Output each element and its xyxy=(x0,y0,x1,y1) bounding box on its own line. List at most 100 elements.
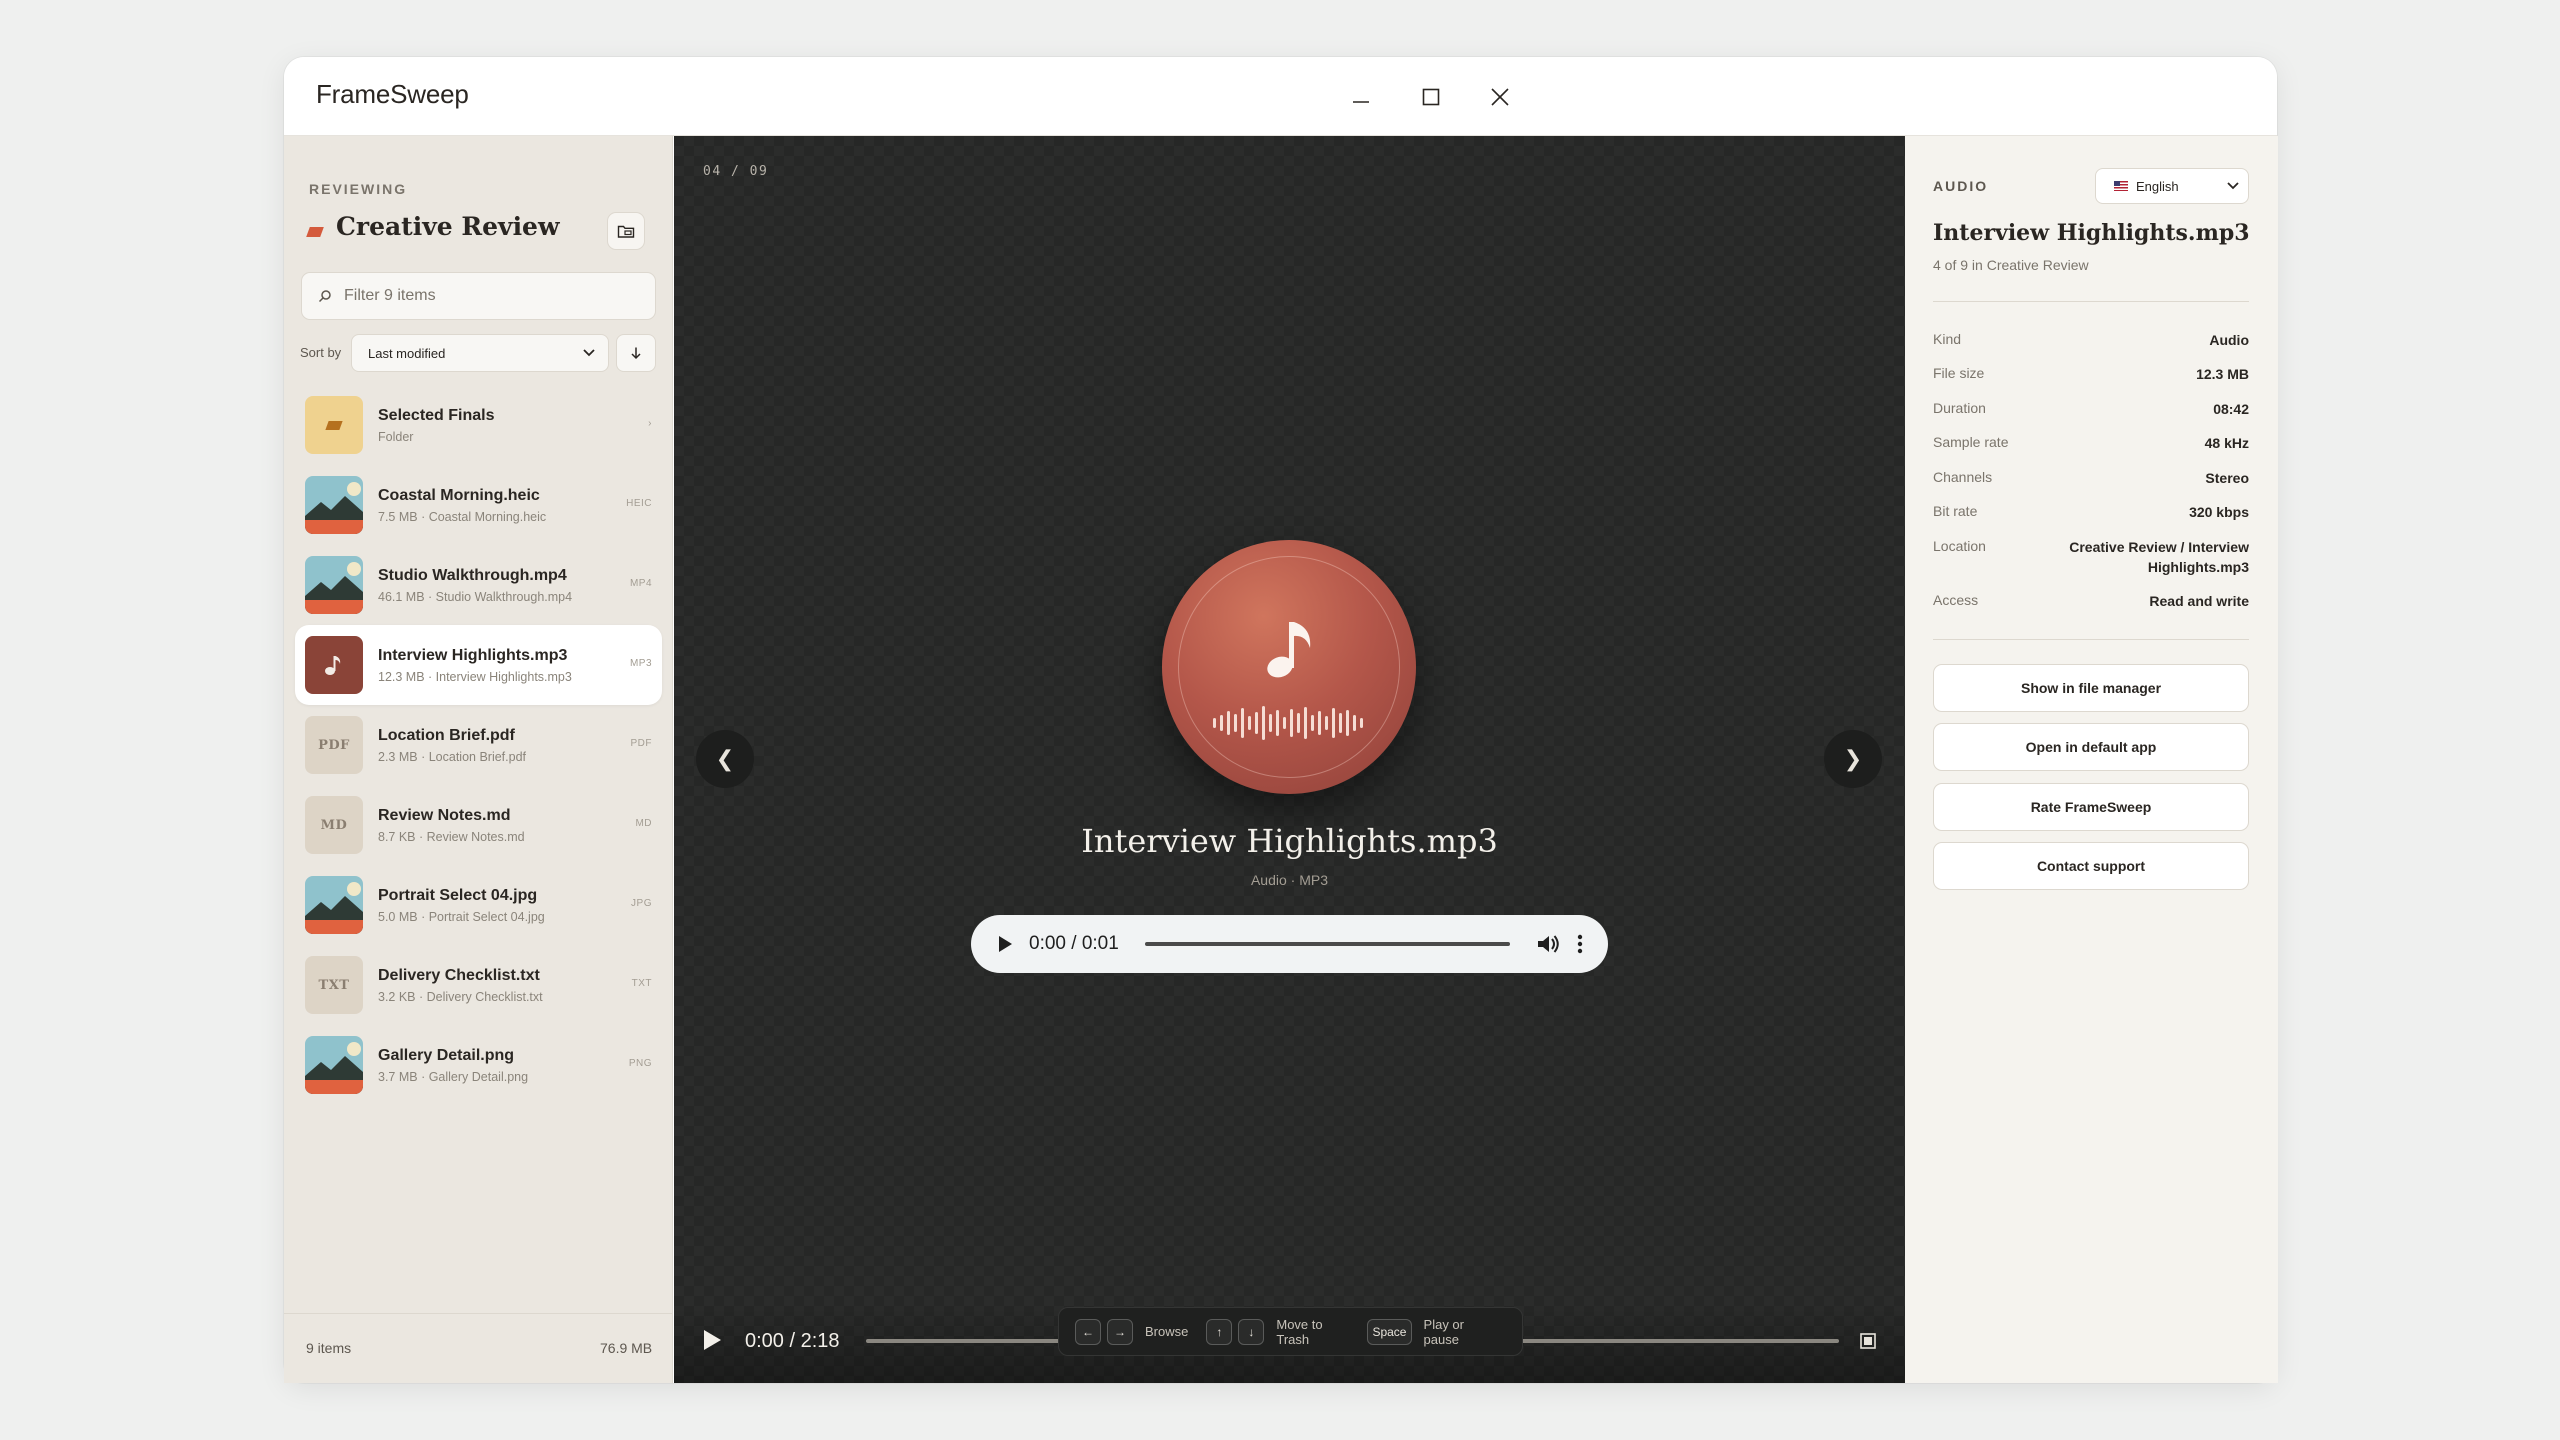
meta-key: Channels xyxy=(1933,469,1993,485)
minimize-icon xyxy=(1353,101,1369,103)
sidebar-eyebrow: REVIEWING xyxy=(309,181,408,197)
file-name: Location Brief.pdf xyxy=(378,726,515,744)
maximize-button[interactable] xyxy=(1411,77,1451,117)
meta-value: 12.3 MB xyxy=(2196,366,2249,382)
file-meta: 3.2 KB · Delivery Checklist.txt xyxy=(378,989,543,1004)
show-in-file-manager-button[interactable]: Show in file manager xyxy=(1933,664,2249,712)
file-name: Interview Highlights.mp3 xyxy=(378,646,568,664)
meta-key: Sample rate xyxy=(1933,434,2009,450)
image-thumbnail xyxy=(305,556,363,614)
meta-key: File size xyxy=(1933,365,1985,381)
chevron-right-icon: ❯ xyxy=(1843,746,1863,771)
list-item[interactable]: TXT Delivery Checklist.txt 3.2 KB · Deli… xyxy=(295,945,662,1025)
sort-select[interactable]: Last modified xyxy=(351,334,609,372)
next-button[interactable]: ❯ xyxy=(1824,730,1882,788)
player-time: 0:00 / 0:01 xyxy=(1029,933,1119,954)
list-item[interactable]: Portrait Select 04.jpg 5.0 MB · Portrait… xyxy=(295,865,662,945)
play-icon[interactable] xyxy=(997,935,1013,953)
meta-row: File size 12.3 MB xyxy=(1933,365,2249,385)
meta-row: Sample rate 48 kHz xyxy=(1933,434,2249,454)
list-item[interactable]: Selected Finals Folder › xyxy=(295,385,662,465)
file-extension: HEIC xyxy=(626,498,652,509)
file-extension: MD xyxy=(635,818,652,829)
divider xyxy=(1933,301,2249,302)
rate-button[interactable]: Rate FrameSweep xyxy=(1933,783,2249,831)
sort-direction-button[interactable] xyxy=(616,334,656,372)
sidebar-footer xyxy=(284,1313,673,1405)
image-thumbnail xyxy=(305,1036,363,1094)
position-counter: 04 / 09 xyxy=(703,164,769,179)
sort-label: Sort by xyxy=(300,345,342,360)
list-item[interactable]: Gallery Detail.png 3.7 MB · Gallery Deta… xyxy=(295,1025,662,1105)
arrow-up-key-icon: ↑ xyxy=(1206,1318,1233,1345)
filter-input[interactable]: Filter 9 items xyxy=(301,272,656,320)
waveform-icon xyxy=(1213,706,1363,740)
meta-row: Access Read and write xyxy=(1933,592,2249,612)
language-select[interactable]: English xyxy=(2095,168,2249,204)
language-value: English xyxy=(2136,178,2179,194)
meta-value: Stereo xyxy=(2205,470,2249,486)
meta-row: Location Creative Review / Interview Hig… xyxy=(1933,538,2249,577)
file-name: Coastal Morning.heic xyxy=(378,486,540,504)
maximize-icon xyxy=(1422,88,1440,106)
file-meta: 7.5 MB · Coastal Morning.heic xyxy=(378,509,547,524)
meta-value: Creative Review / Interview Highlights.m… xyxy=(2069,539,2249,575)
picture-in-picture-icon[interactable] xyxy=(1860,1333,1876,1349)
folder-thumbnail xyxy=(305,396,363,454)
meta-row: Channels Stereo xyxy=(1933,469,2249,489)
list-item-selected[interactable]: Interview Highlights.mp3 12.3 MB · Inter… xyxy=(295,625,662,705)
landscape-icon xyxy=(305,556,363,614)
sort-value: Last modified xyxy=(368,345,446,361)
hint-play: Play or pause xyxy=(1423,1316,1464,1347)
choose-folder-button[interactable] xyxy=(607,212,645,250)
chevron-down-icon xyxy=(583,349,595,357)
meta-value: 08:42 xyxy=(2213,401,2249,417)
image-thumbnail xyxy=(305,876,363,934)
audio-thumbnail xyxy=(305,636,363,694)
play-icon[interactable] xyxy=(702,1329,722,1351)
us-flag-icon xyxy=(2114,181,2128,191)
file-extension: TXT xyxy=(631,978,652,989)
previous-button[interactable]: ❮ xyxy=(696,730,754,788)
hint-browse: Browse xyxy=(1145,1324,1189,1339)
close-button[interactable] xyxy=(1480,77,1520,117)
file-name: Selected Finals xyxy=(378,406,495,424)
file-meta: 46.1 MB · Studio Walkthrough.mp4 xyxy=(378,589,573,604)
total-size: 76.9 MB xyxy=(600,1340,653,1356)
document-thumbnail: TXT xyxy=(305,956,363,1014)
open-default-app-button[interactable]: Open in default app xyxy=(1933,723,2249,771)
player-seek-bar[interactable] xyxy=(1144,942,1510,946)
file-meta: 8.7 KB · Review Notes.md xyxy=(378,829,525,844)
audio-player[interactable]: 0:00 / 0:01 xyxy=(971,915,1608,973)
collection-title: Creative Review xyxy=(336,212,560,241)
file-extension: PNG xyxy=(628,1058,652,1069)
meta-key: Kind xyxy=(1933,331,1962,347)
meta-key: Location xyxy=(1933,538,1986,554)
file-meta: Folder xyxy=(378,429,414,444)
list-item[interactable]: MD Review Notes.md 8.7 KB · Review Notes… xyxy=(295,785,662,865)
contact-support-button[interactable]: Contact support xyxy=(1933,842,2249,890)
volume-icon[interactable] xyxy=(1536,933,1560,955)
file-list: Selected Finals Folder › Coastal Morning… xyxy=(295,385,662,1105)
app-title: FrameSweep xyxy=(316,79,469,109)
keyboard-hints: ← → Browse ↑ ↓ Move to Trash Space Play … xyxy=(1058,1307,1523,1356)
landscape-icon xyxy=(305,876,363,934)
meta-row: Duration 08:42 xyxy=(1933,400,2249,420)
file-name: Delivery Checklist.txt xyxy=(378,966,540,984)
meta-row: Bit rate 320 kbps xyxy=(1933,503,2249,523)
collection-header: Creative Review xyxy=(306,212,560,241)
panel-subtitle: 4 of 9 in Creative Review xyxy=(1933,257,2089,273)
more-options-icon[interactable] xyxy=(1576,933,1584,955)
file-name: Portrait Select 04.jpg xyxy=(378,886,538,904)
image-thumbnail xyxy=(305,476,363,534)
file-name: Review Notes.md xyxy=(378,806,511,824)
list-item[interactable]: Studio Walkthrough.mp4 46.1 MB · Studio … xyxy=(295,545,662,625)
meta-key: Duration xyxy=(1933,400,1986,416)
meta-key: Access xyxy=(1933,592,1979,608)
list-item[interactable]: Coastal Morning.heic 7.5 MB · Coastal Mo… xyxy=(295,465,662,545)
panel-title: Interview Highlights.mp3 xyxy=(1933,220,2250,246)
list-item[interactable]: PDF Location Brief.pdf 2.3 MB · Location… xyxy=(295,705,662,785)
folder-icon xyxy=(306,226,324,237)
minimize-button[interactable] xyxy=(1341,77,1381,117)
chevron-left-icon: ❮ xyxy=(715,746,735,771)
